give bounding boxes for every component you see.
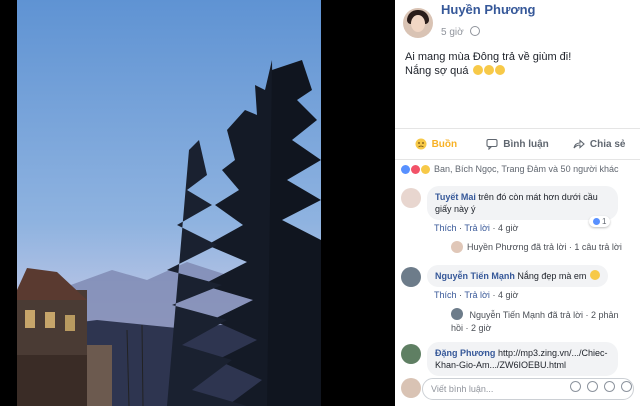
post-actions: Buồn Bình luận Chia sẻ bbox=[395, 128, 640, 160]
author-name[interactable]: Huyền Phương bbox=[441, 2, 536, 17]
commenter-name[interactable]: Tuyết Mai bbox=[435, 192, 476, 202]
comment-item: Tuyết Mai trên đó còn mát hơn dưới cầu g… bbox=[401, 186, 634, 258]
smile-emoji-icon bbox=[472, 65, 483, 75]
comment-like-link[interactable]: Thích bbox=[434, 223, 457, 233]
globe-icon bbox=[470, 26, 481, 36]
reply-avatar bbox=[451, 308, 463, 320]
commenter-avatar[interactable] bbox=[401, 188, 421, 208]
comment-button[interactable]: Bình luận bbox=[477, 129, 559, 159]
post-header: Huyền Phương 5 giờ bbox=[403, 2, 632, 40]
sad-reaction-icon bbox=[421, 164, 430, 174]
sad-face-icon bbox=[415, 138, 427, 150]
react-label: Buồn bbox=[431, 138, 458, 150]
post-text-line-2-wrap: Nắng sợ quá bbox=[405, 64, 632, 78]
love-reaction-icon bbox=[411, 164, 420, 174]
smile-emoji-icon bbox=[483, 65, 494, 75]
share-icon bbox=[573, 138, 585, 150]
reactions-text: Ban, Bích Ngọc, Trang Đảm và 50 người kh… bbox=[434, 164, 619, 174]
post-meta: 5 giờ bbox=[441, 26, 481, 38]
reply-rest: đã trả lời · 1 câu trả lời bbox=[530, 242, 622, 252]
comment-composer: Viết bình luận... bbox=[395, 376, 640, 406]
author-avatar[interactable] bbox=[403, 8, 433, 38]
react-button[interactable]: Buồn bbox=[395, 129, 477, 159]
like-count: 1 bbox=[602, 217, 607, 226]
reply-avatar bbox=[451, 241, 463, 253]
sticker-icon[interactable] bbox=[621, 381, 632, 392]
comment-reply-link[interactable]: Trả lời bbox=[464, 223, 490, 233]
commenter-avatar[interactable] bbox=[401, 267, 421, 287]
comment-time: 4 giờ bbox=[497, 290, 519, 300]
comment-time: 4 giờ bbox=[497, 223, 519, 233]
post-panel: Huyền Phương 5 giờ Ai mang mùa Đông trả … bbox=[395, 0, 640, 406]
reply-summary[interactable]: Nguyễn Tiến Mạnh đã trả lời · 2 phản hồi… bbox=[451, 308, 633, 335]
camera-icon[interactable] bbox=[587, 381, 598, 392]
comment-actions: Thích · Trả lời · 4 giờ bbox=[434, 223, 519, 233]
comment-link[interactable]: http://mp3.zing.vn/.../Chiec- bbox=[498, 348, 608, 358]
share-button[interactable]: Chia sẻ bbox=[558, 129, 640, 159]
share-label: Chia sẻ bbox=[589, 138, 626, 150]
smile-emoji-icon bbox=[494, 65, 505, 75]
commenter-name[interactable]: Đặng Phương bbox=[435, 348, 495, 358]
comment-bubble: Tuyết Mai trên đó còn mát hơn dưới cầu g… bbox=[427, 186, 618, 220]
comment-label: Bình luận bbox=[503, 138, 549, 150]
comment-item: Nguyễn Tiến Mạnh Nắng đẹp mà em Thích · … bbox=[401, 265, 634, 337]
commenter-avatar[interactable] bbox=[401, 344, 421, 364]
reply-tail: giờ bbox=[478, 323, 492, 333]
post-text-line-2: Nắng sợ quá bbox=[405, 65, 469, 77]
post-time[interactable]: 5 giờ bbox=[441, 27, 464, 38]
reply-author: Huyền Phương bbox=[467, 242, 529, 252]
comment-text: Nắng đẹp mà em bbox=[517, 271, 587, 281]
comment-bubble: Nguyễn Tiến Mạnh Nắng đẹp mà em bbox=[427, 265, 608, 287]
reactions-summary[interactable]: Ban, Bích Ngọc, Trang Đảm và 50 người kh… bbox=[401, 164, 619, 174]
commenter-name[interactable]: Nguyễn Tiến Mạnh bbox=[435, 271, 515, 281]
comment-like-link[interactable]: Thích bbox=[434, 290, 457, 300]
emoji-picker-icon[interactable] bbox=[570, 381, 581, 392]
comment-text-cont: giấy này ý bbox=[435, 204, 476, 214]
post-text: Ai mang mùa Đông trả về giùm đi! Nắng sợ… bbox=[405, 50, 632, 78]
post-text-line-1: Ai mang mùa Đông trả về giùm đi! bbox=[405, 51, 572, 63]
comment-icon bbox=[486, 138, 498, 151]
composer-icons bbox=[570, 381, 632, 392]
reply-summary[interactable]: Huyền Phương đã trả lời · 1 câu trả lời bbox=[451, 241, 622, 253]
comment-like-count[interactable]: 1 bbox=[589, 216, 611, 227]
comment-bubble: Đặng Phương http://mp3.zing.vn/.../Chiec… bbox=[427, 342, 618, 376]
reply-author: Nguyễn Tiến Mạnh bbox=[469, 310, 546, 320]
photo-image bbox=[17, 0, 321, 406]
comment-reply-link[interactable]: Trả lời bbox=[464, 290, 490, 300]
like-reaction-icon bbox=[401, 164, 410, 174]
gif-icon[interactable] bbox=[604, 381, 615, 392]
like-icon bbox=[593, 218, 600, 225]
post-photo[interactable] bbox=[0, 0, 395, 406]
comment-actions: Thích · Trả lời · 4 giờ bbox=[434, 290, 519, 300]
smile-emoji-icon bbox=[589, 270, 600, 280]
comment-text: trên đó còn mát hơn dưới cầu bbox=[478, 192, 598, 202]
comment-link-cont[interactable]: Khan-Gio-Am.../ZW6IOEBU.html bbox=[435, 360, 566, 370]
composer-avatar bbox=[401, 378, 421, 398]
comment-item: Đặng Phương http://mp3.zing.vn/.../Chiec… bbox=[401, 342, 634, 376]
